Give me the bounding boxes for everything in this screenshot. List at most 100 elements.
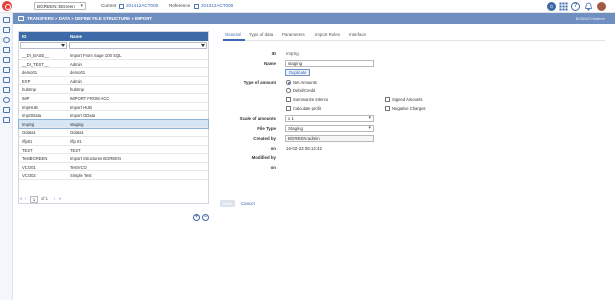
top-bar: BGREEN::BGreen ▾ Current 201412ACT000 Re…	[0, 0, 615, 13]
cell-name: Import Structures BGREEN	[70, 156, 121, 162]
cell-name: rflp 01	[70, 138, 82, 144]
scale-of-amounts-select[interactable]: x 1 ▾	[285, 115, 374, 122]
cell-name: Import OData	[70, 113, 96, 119]
hierarchy-icon[interactable]	[3, 67, 10, 73]
tab-parameters[interactable]: Parameters	[282, 32, 305, 37]
table-icon[interactable]	[3, 47, 10, 53]
table-row[interactable]: TestBGREEN Import Structures BGREEN	[19, 154, 208, 163]
user-dropdown[interactable]: BGREEN::BGreen ▾	[34, 2, 86, 10]
filter-icon[interactable]	[61, 44, 65, 47]
chevron-down-icon: ▾	[80, 3, 83, 9]
radio-net-amounts[interactable]	[286, 80, 291, 85]
notification-badge[interactable]: 0	[547, 2, 556, 11]
table-row[interactable]: IMP IMPORT FROM ACC	[19, 94, 208, 103]
apps-grid-icon[interactable]	[559, 2, 568, 11]
cell-id: TestBGREEN	[22, 156, 48, 162]
tab-import-rules[interactable]: Import Rules	[315, 32, 340, 37]
help-icon[interactable]: ?	[571, 2, 580, 11]
pager-prev-button[interactable]: ‹	[25, 196, 26, 201]
checkbox-calculate-profit[interactable]	[286, 106, 291, 111]
import-structures-grid: ID Name __DI_BASE__ Import From Sage 100 …	[18, 31, 209, 204]
cell-name: Admin	[70, 78, 82, 84]
filter-input-name[interactable]	[69, 42, 207, 49]
table-row[interactable]: __DI_BASE__ Import From Sage 100 SQL	[19, 51, 208, 60]
cell-name: demo01	[70, 70, 86, 76]
table-row[interactable]: VCO01 TestVCO	[19, 163, 208, 172]
bell-icon[interactable]	[584, 2, 593, 11]
table-row[interactable]: demo01 demo01	[19, 68, 208, 77]
cell-name: Import HUB	[70, 104, 92, 110]
cell-id: ImpHUB	[22, 104, 38, 110]
avatar[interactable]	[597, 2, 606, 11]
calendar-icon[interactable]	[3, 87, 10, 93]
calendar-icon[interactable]	[194, 3, 199, 9]
file-type-label: File Type	[257, 126, 276, 131]
globe-icon[interactable]	[3, 37, 10, 43]
name-field[interactable]: staging	[285, 60, 374, 67]
calendar-icon[interactable]	[119, 3, 124, 9]
cell-id: rflp01	[22, 138, 33, 144]
option-debit-credit-label: Debit/Credit	[293, 88, 316, 93]
pager-last-button[interactable]: »	[59, 196, 61, 201]
created-on-value: 16-02-23 06:12:42	[286, 146, 322, 151]
document-icon[interactable]	[3, 27, 10, 33]
save-button[interactable]: Save	[220, 200, 235, 207]
filter-input-id[interactable]	[20, 42, 67, 49]
cell-name: Import From Sage 100 SQL	[70, 53, 122, 58]
checkbox-negative-charges[interactable]	[385, 106, 390, 111]
gear-icon[interactable]	[3, 97, 10, 103]
cell-id: VCO02	[22, 173, 36, 179]
file-type-value: Staging	[288, 126, 303, 131]
cell-name: staging	[70, 121, 84, 127]
radio-debit-credit[interactable]	[286, 88, 291, 93]
table-row[interactable]: EXP Admin	[19, 77, 208, 86]
table-row[interactable]: Odata1 Odata1	[19, 128, 208, 137]
chevron-down-icon: ▾	[368, 115, 371, 121]
table-row[interactable]: rflp01 rflp 01	[19, 137, 208, 146]
duplicate-button[interactable]: Duplicate	[285, 69, 311, 76]
remove-row-button[interactable]: −	[202, 214, 209, 221]
reference-period-link[interactable]: 201312ACT000	[201, 3, 233, 8]
column-header-name[interactable]: Name	[70, 34, 82, 39]
checkbox-signed-amounts[interactable]	[385, 97, 390, 102]
created-on-label: on	[270, 146, 276, 151]
page-count: of 1	[41, 196, 48, 201]
table-row[interactable]: ImpOData Import OData	[19, 111, 208, 120]
checkbox-summarize-interco[interactable]	[286, 97, 291, 102]
left-nav	[0, 13, 13, 300]
grid-body: __DI_BASE__ Import From Sage 100 SQL __DI_…	[18, 51, 209, 180]
chart-icon[interactable]	[3, 77, 10, 83]
table-row[interactable]: TEST TEST	[19, 146, 208, 155]
column-header-id[interactable]: ID	[22, 34, 26, 39]
file-type-select[interactable]: Staging ▾	[285, 125, 374, 132]
current-period-link[interactable]: 201412ACT000	[126, 3, 158, 8]
table-row[interactable]: hubImp hubImp	[19, 85, 208, 94]
pager-next-button[interactable]: ›	[54, 196, 55, 201]
cancel-button[interactable]: Cancel	[241, 201, 255, 206]
reference-label: Reference	[169, 3, 191, 8]
cell-name: hubImp	[70, 87, 84, 93]
page-title-bar: TRANSFERS » DATA » DEFINE FILE STRUCTURE…	[13, 13, 615, 24]
cell-id: hubImp	[22, 87, 36, 93]
page-number-input[interactable]: 1	[30, 196, 38, 203]
table-row[interactable]: __DI_TEST__ Admin	[19, 60, 208, 69]
tab-interface[interactable]: Interface	[349, 32, 366, 37]
id-label: ID	[271, 51, 276, 56]
app-logo[interactable]	[2, 1, 12, 11]
table-row[interactable]: VCO02 Simple Test	[19, 171, 208, 180]
filter-icon[interactable]	[201, 44, 205, 47]
table-row[interactable]: ImpHUB Import HUB	[19, 103, 208, 112]
pager-first-button[interactable]: «	[20, 196, 22, 201]
transfer-icon[interactable]	[3, 107, 10, 113]
grid-header: ID Name	[19, 32, 208, 41]
tab-general[interactable]: General	[225, 32, 241, 37]
calculator-icon[interactable]	[3, 57, 10, 63]
page-icon	[18, 15, 24, 21]
tab-type-of-data[interactable]: Type of data	[249, 32, 273, 37]
home-icon[interactable]	[3, 17, 10, 23]
tools-icon[interactable]	[3, 117, 10, 123]
active-tab-indicator	[223, 39, 245, 41]
add-row-button[interactable]: +	[193, 214, 200, 221]
cell-id: ImpOData	[22, 113, 42, 119]
table-row[interactable]: ImpSg staging	[18, 118, 209, 130]
